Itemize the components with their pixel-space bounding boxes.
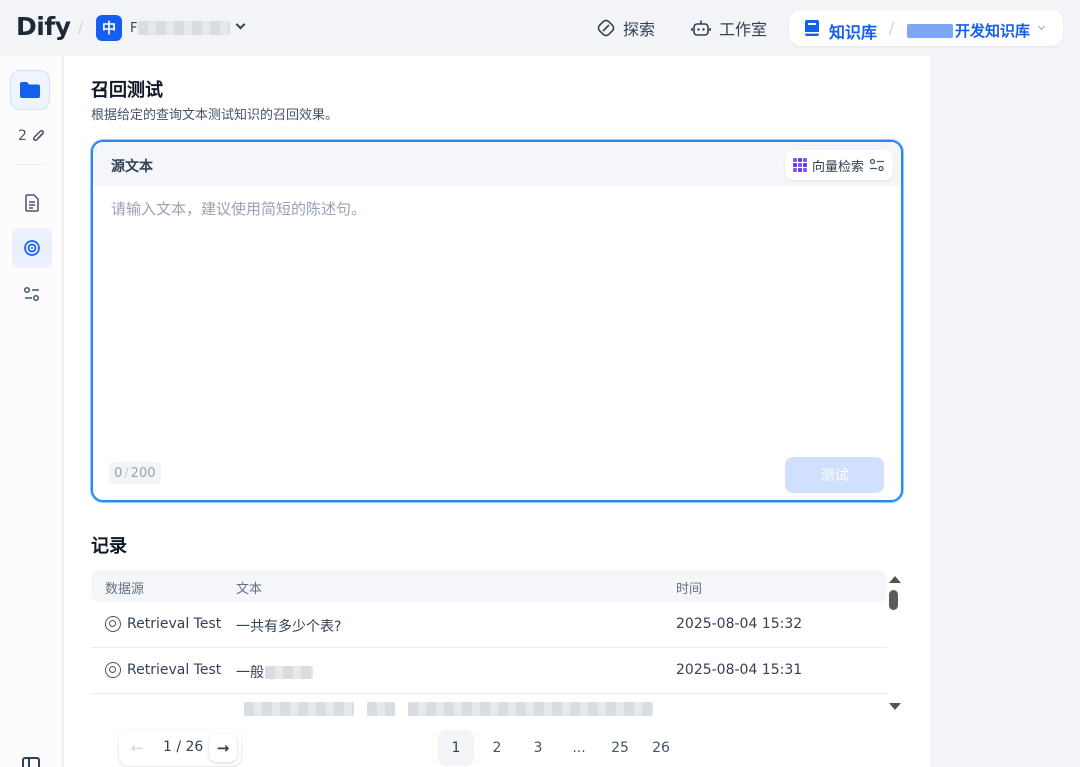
table-header: 数据源 文本 时间 (91, 570, 887, 602)
page-title: 召回测试 (91, 80, 163, 101)
book-icon (805, 20, 819, 36)
sidebar-divider (16, 164, 46, 165)
records-scrollbar[interactable] (887, 570, 901, 710)
page-number-25[interactable]: 25 (602, 730, 638, 766)
sidebar-item-settings[interactable] (12, 274, 52, 314)
row-text: 一般 (236, 662, 313, 682)
page-number-2[interactable]: 2 (479, 730, 515, 766)
compass-icon (597, 19, 615, 37)
nav-knowledge[interactable]: 知识库 / 开发知识库 (789, 10, 1063, 46)
character-counter: 0 / 200 (109, 462, 161, 484)
character-count-current: 0 (114, 465, 123, 481)
paperclip-icon (32, 129, 44, 142)
nav-explore[interactable]: 探索 (597, 14, 655, 42)
run-test-button[interactable]: 测试 (785, 457, 884, 493)
retrieval-testing-main: 召回测试 根据给定的查询文本测试知识的召回效果。 源文本 向量检索 0 / (64, 56, 930, 767)
current-knowledge-base[interactable]: 开发知识库 (907, 20, 1030, 41)
retrieval-test-icon (105, 616, 121, 632)
retrieval-test-icon (105, 662, 121, 678)
scrollbar-thumb[interactable] (889, 590, 898, 610)
row-source-label: Retrieval Test (127, 616, 222, 632)
query-panel-header: 源文本 向量检索 (93, 142, 901, 186)
document-count: 2 (18, 128, 45, 144)
table-row[interactable]: Retrieval Test 一共有多少个表? 2025-08-04 15:32 (91, 602, 887, 648)
collapse-sidebar-icon[interactable] (22, 757, 40, 767)
dataset-folder-button[interactable] (10, 70, 50, 110)
nav-explore-label: 探索 (623, 20, 656, 39)
vector-search-icon (792, 158, 807, 172)
column-header-text: 文本 (236, 582, 263, 597)
row-source: Retrieval Test (105, 616, 221, 632)
workspace-name-initial: F (130, 20, 138, 36)
sidebar-item-retrieval-testing[interactable] (12, 228, 52, 268)
kb-chevron-down-icon[interactable] (1037, 22, 1046, 31)
breadcrumb-separator: / (78, 17, 84, 36)
column-header-source: 数据源 (105, 582, 145, 597)
workspace-name-redacted (138, 21, 230, 35)
folder-icon (20, 82, 40, 98)
row-source-label: Retrieval Test (127, 662, 222, 678)
retrieval-method-button[interactable]: 向量检索 (784, 150, 893, 180)
query-text-input[interactable] (93, 186, 901, 446)
document-count-value: 2 (18, 128, 27, 144)
page-description: 根据给定的查询文本测试知识的召回效果。 (91, 108, 339, 123)
row-source: Retrieval Test (105, 662, 221, 678)
nav-studio[interactable]: 工作室 (691, 14, 767, 42)
query-input-panel: 源文本 向量检索 0 / 200 测试 (91, 140, 903, 502)
workspace-avatar[interactable]: 中 (96, 15, 122, 41)
workspace-chevron-down-icon[interactable] (235, 19, 246, 30)
robot-icon (691, 20, 711, 36)
pagination-stepper: ← 1 / 26 → (119, 730, 241, 766)
sliders-icon (23, 286, 40, 302)
records-table: 数据源 文本 时间 Retrieval Test 一共有多少个表? 2025-0… (91, 570, 887, 710)
scroll-up-arrow-icon[interactable] (889, 576, 901, 583)
top-bar: Dify / 中 F 探索 工作室 知识库 / 开发知识库 (0, 0, 1080, 56)
dify-logo[interactable]: Dify (16, 12, 71, 41)
nav-knowledge-label: 知识库 (829, 23, 878, 42)
previous-page-arrow-icon[interactable]: ← (123, 734, 151, 762)
page-indicator: 1 / 26 (163, 739, 204, 755)
character-count-max: 200 (130, 465, 156, 481)
page-number-list: 1 2 3 ... 25 26 (438, 730, 679, 766)
column-header-time: 时间 (676, 582, 703, 597)
row-text-value: 一般 (236, 665, 264, 681)
page-ellipsis: ... (572, 740, 586, 756)
scroll-down-arrow-icon[interactable] (889, 703, 901, 710)
workspace-name[interactable]: F (130, 20, 234, 36)
breadcrumb-separator: / (889, 18, 895, 37)
page-number-26[interactable]: 26 (643, 730, 679, 766)
page-number-3[interactable]: 3 (520, 730, 556, 766)
settings-sliders-icon (869, 158, 884, 172)
row-time: 2025-08-04 15:31 (676, 662, 803, 678)
sidebar-item-documents[interactable] (12, 183, 52, 223)
table-row[interactable]: Retrieval Test 一般 2025-08-04 15:31 (91, 648, 887, 694)
source-text-label: 源文本 (111, 159, 153, 175)
document-icon (25, 194, 39, 212)
records-title: 记录 (91, 536, 127, 557)
nav-studio-label: 工作室 (719, 20, 768, 39)
retrieval-method-label: 向量检索 (811, 159, 864, 175)
next-page-arrow-icon[interactable]: → (209, 734, 237, 762)
kb-name-redacted (907, 23, 953, 38)
current-kb-suffix: 开发知识库 (955, 22, 1031, 40)
page-number-1[interactable]: 1 (438, 730, 474, 766)
dataset-sidebar: 2 (0, 56, 63, 767)
row-text-redacted (265, 665, 313, 679)
right-side-panel (930, 72, 1080, 767)
target-icon (24, 240, 40, 256)
row-text: 一共有多少个表? (236, 619, 342, 635)
row-time: 2025-08-04 15:32 (676, 616, 803, 632)
